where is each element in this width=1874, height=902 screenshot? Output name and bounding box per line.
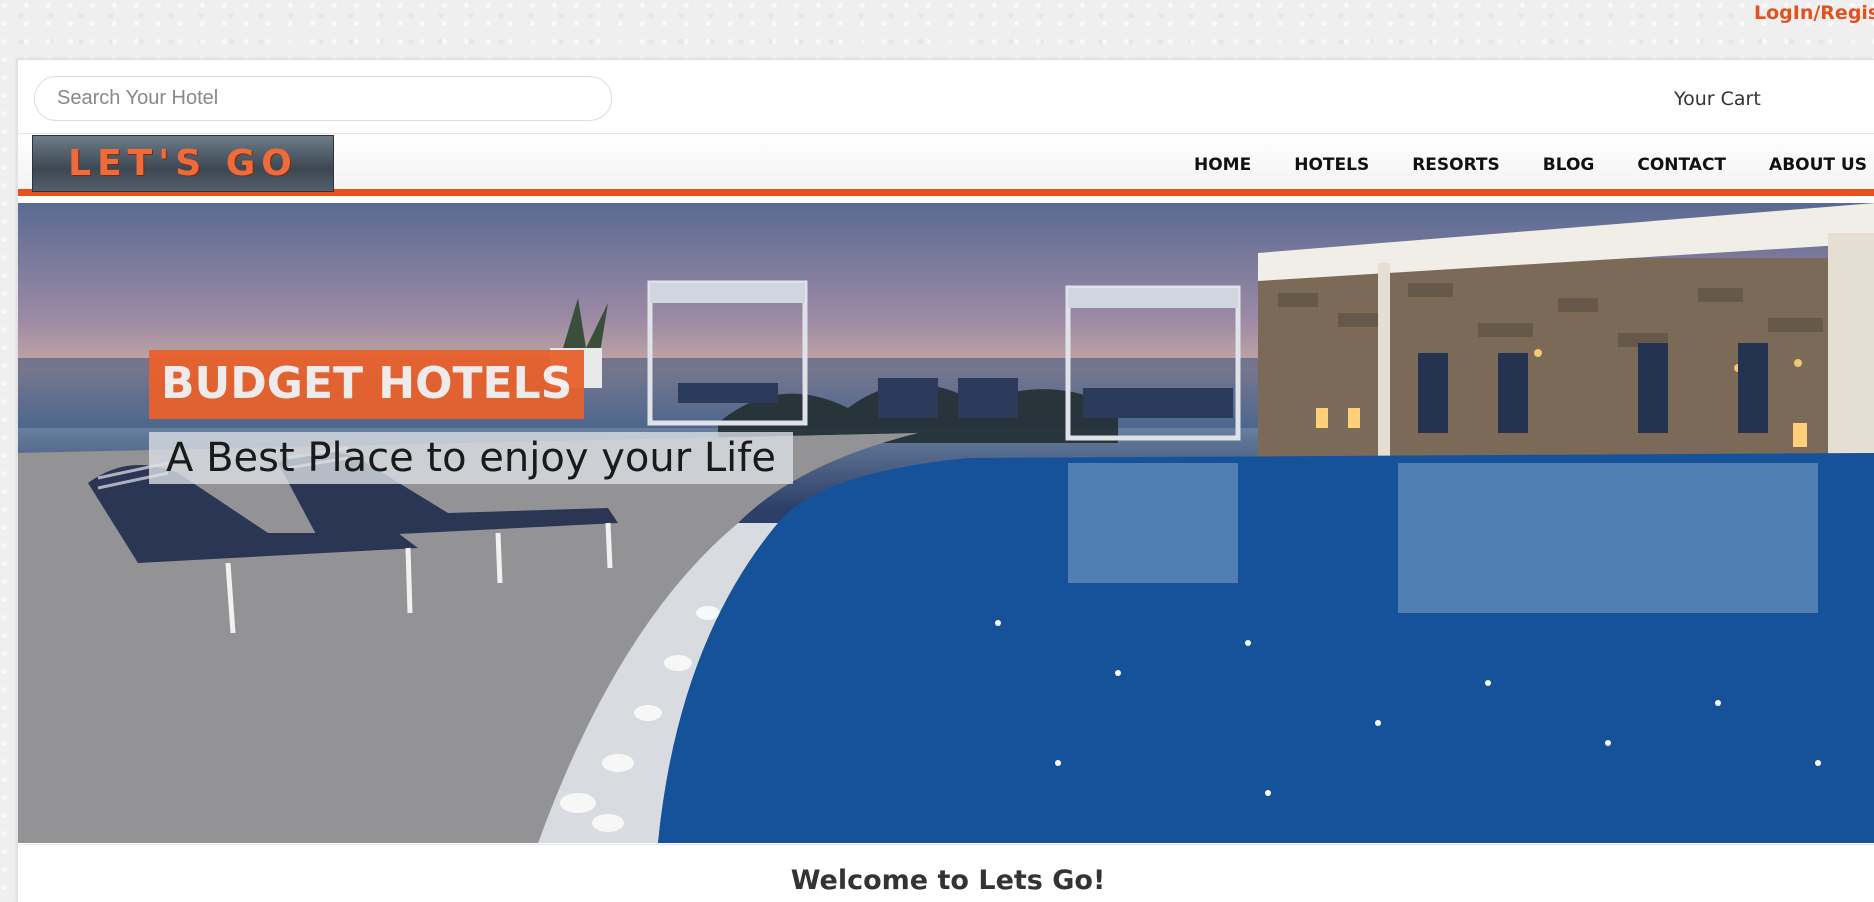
welcome-heading: Welcome to Lets Go!	[790, 865, 1106, 896]
welcome-section: Welcome to Lets Go!	[18, 844, 1874, 902]
search-input[interactable]	[34, 76, 612, 121]
hero-title: BUDGET HOTELS	[149, 350, 585, 419]
page-frame: Your Cart LET'S GO HOME HOTELS RESORTS B…	[17, 59, 1874, 902]
logo-text: LET'S GO	[68, 143, 298, 184]
main-navbar: LET'S GO HOME HOTELS RESORTS BLOG CONTAC…	[18, 134, 1874, 196]
nav-home[interactable]: HOME	[1194, 155, 1251, 175]
nav-hotels[interactable]: HOTELS	[1294, 155, 1369, 175]
login-register-link[interactable]: LogIn/Regist	[1754, 2, 1874, 24]
nav-contact[interactable]: CONTACT	[1637, 155, 1726, 175]
cart-link[interactable]: Your Cart	[1674, 88, 1874, 110]
nav-about-us[interactable]: ABOUT US	[1769, 155, 1867, 175]
nav-resorts[interactable]: RESORTS	[1412, 155, 1500, 175]
nav-blog[interactable]: BLOG	[1543, 155, 1595, 175]
hero-resort-image	[18, 203, 1874, 843]
logo[interactable]: LET'S GO	[32, 135, 334, 192]
top-bar: Your Cart	[18, 60, 1874, 134]
hero-banner: BUDGET HOTELS A Best Place to enjoy your…	[18, 203, 1874, 843]
hero-subtitle: A Best Place to enjoy your Life	[149, 432, 793, 484]
nav-menu: HOME HOTELS RESORTS BLOG CONTACT ABOUT U…	[1194, 134, 1874, 196]
